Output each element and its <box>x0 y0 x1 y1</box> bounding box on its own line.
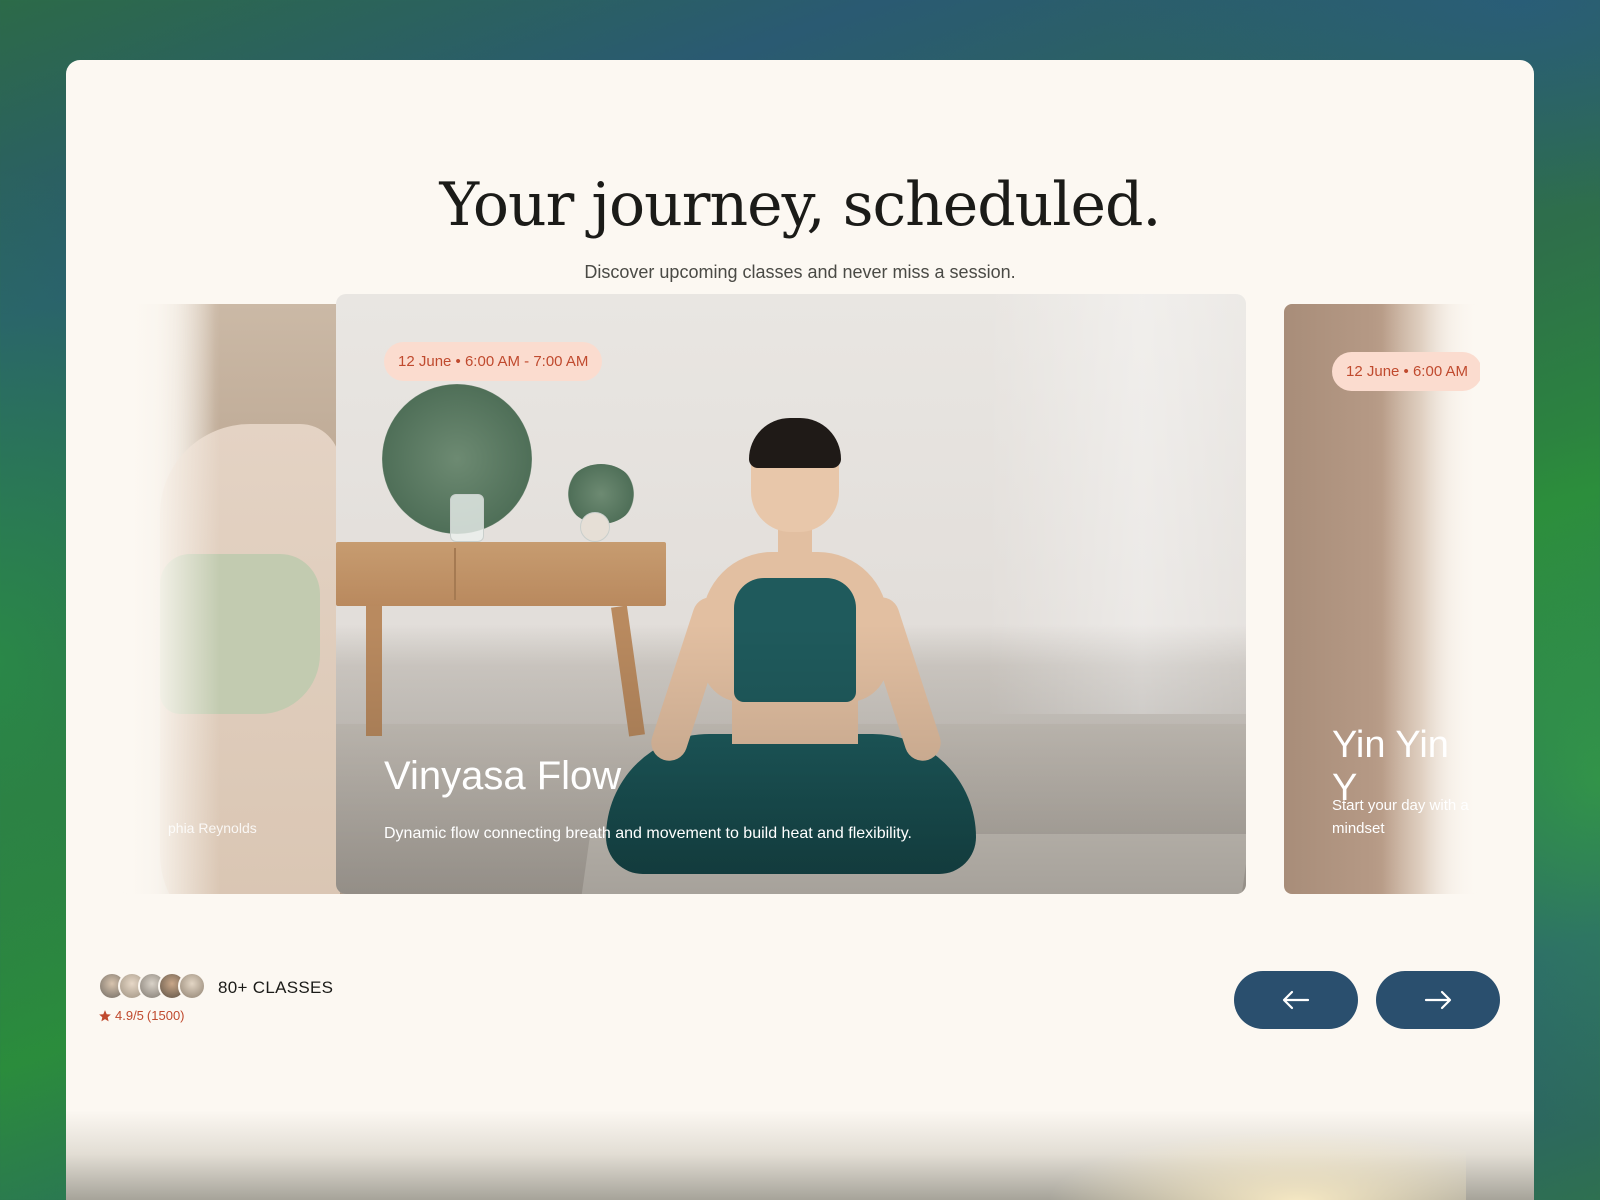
instructor-name: phia Reynolds <box>168 820 257 836</box>
previous-button[interactable] <box>1234 971 1358 1029</box>
class-description: Start your day with a <box>1332 797 1469 814</box>
page-title: Your journey, scheduled. <box>439 170 1162 240</box>
class-card-next[interactable]: 12 June • 6:00 AM Yin Yin Y Start your d… <box>1284 304 1480 894</box>
rating: 4.9/5 (1500) <box>98 1008 185 1023</box>
rating-count: (1500) <box>146 1008 185 1023</box>
next-button[interactable] <box>1376 971 1500 1029</box>
schedule-panel: Your journey, scheduled. Discover upcomi… <box>66 60 1534 1200</box>
page-subtitle: Discover upcoming classes and never miss… <box>584 262 1016 282</box>
class-date-badge: 12 June • 6:00 AM <box>1332 352 1480 391</box>
class-title: Vinyasa Flow <box>384 754 622 798</box>
arrow-right-icon <box>1424 990 1452 1010</box>
class-date-badge: 12 June • 6:00 AM - 7:00 AM <box>384 342 603 381</box>
avatar <box>178 972 206 1000</box>
classes-count: 80+ CLASSES <box>218 978 334 997</box>
class-card-previous[interactable]: phia Reynolds <box>120 304 370 894</box>
rating-value: 4.9/5 <box>115 1008 144 1023</box>
star-icon <box>99 1009 111 1021</box>
arrow-left-icon <box>1282 990 1310 1010</box>
class-card-active[interactable]: 12 June • 6:00 AM - 7:00 AM Vinyasa Flow… <box>336 294 1246 894</box>
avatar-group <box>98 972 208 1000</box>
next-section-preview <box>66 1110 1534 1200</box>
class-description: Dynamic flow connecting breath and movem… <box>384 825 912 842</box>
class-description-line2: mindset <box>1332 820 1385 837</box>
